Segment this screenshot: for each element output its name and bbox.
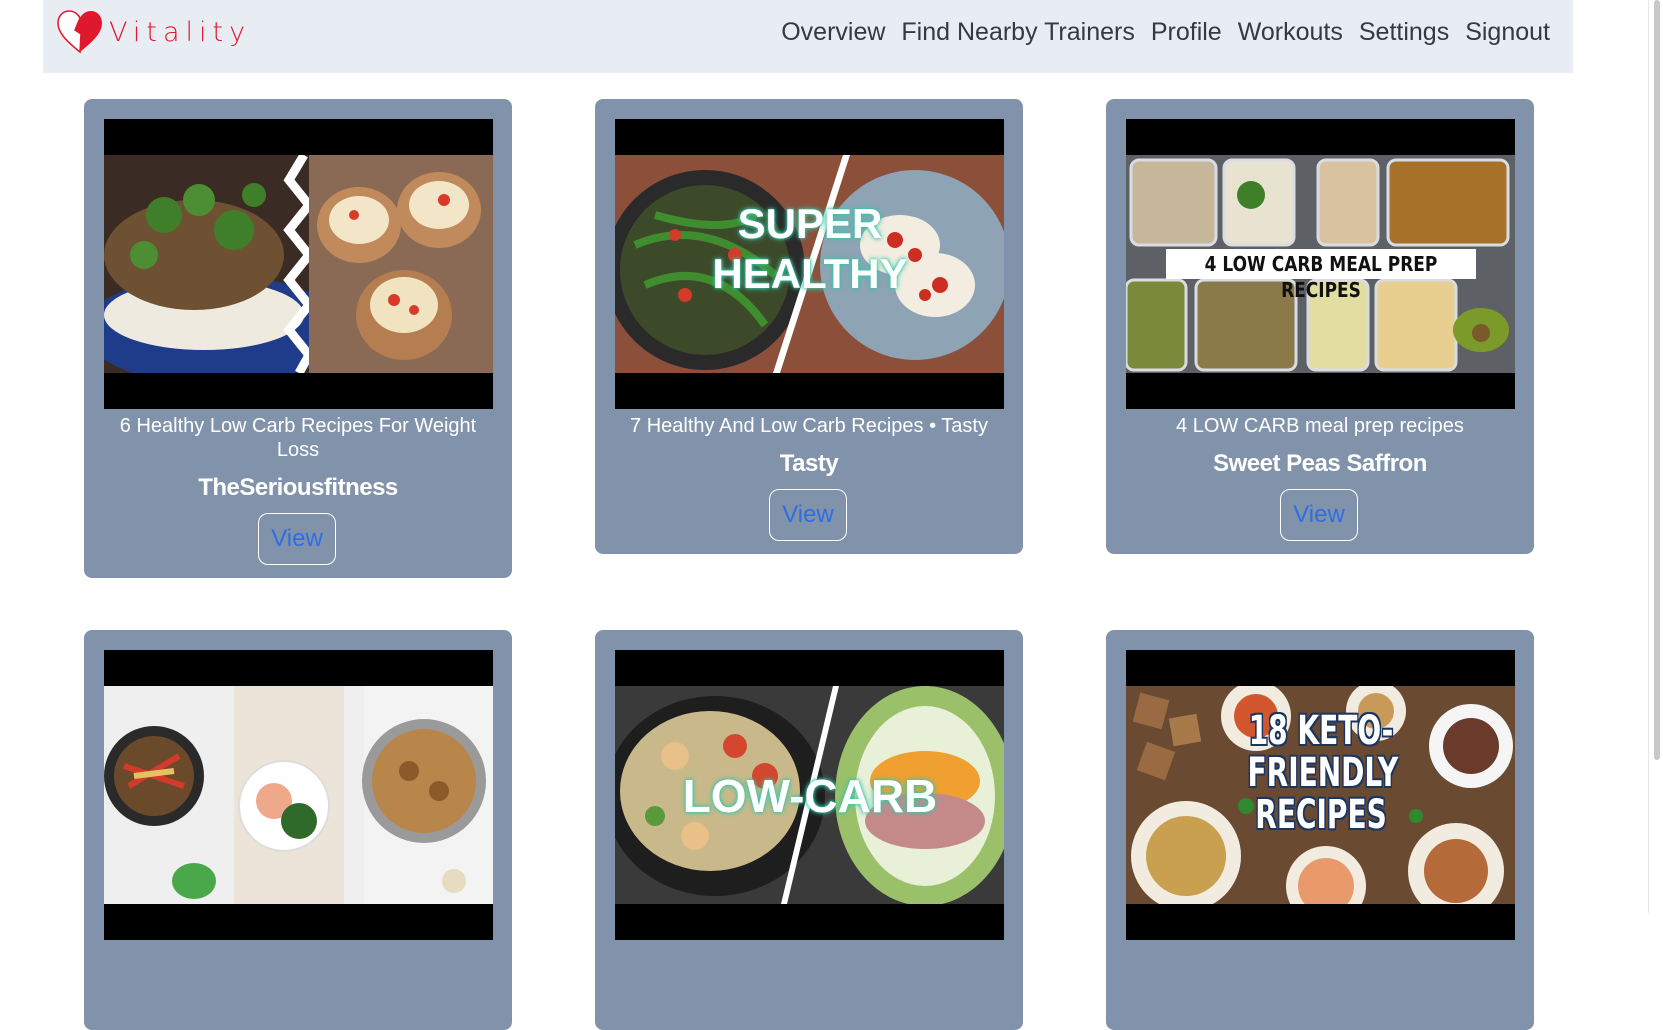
video-thumbnail[interactable]: 4 LOW CARB MEAL PREP RECIPES [1126, 119, 1515, 409]
nav-settings[interactable]: Settings [1359, 18, 1449, 47]
video-title: 4 LOW CARB meal prep recipes [1176, 415, 1464, 437]
thumbnail-overlay-text: 18 KETO-FRIENDLY RECIPES [1247, 708, 1399, 838]
video-card [84, 630, 512, 1030]
nav-overview[interactable]: Overview [781, 18, 885, 47]
view-button[interactable]: View [258, 513, 336, 565]
video-thumbnail[interactable] [104, 650, 493, 940]
thumbnail-image [104, 686, 493, 904]
channel-name: Tasty [779, 450, 839, 477]
brand[interactable]: Vitality [57, 10, 251, 54]
channel-name: Sweet Peas Saffron [1213, 450, 1427, 477]
scrollbar[interactable] [1648, 0, 1663, 913]
channel-name: TheSeriousfitness [198, 474, 398, 501]
video-card: 4 LOW CARB MEAL PREP RECIPES 4 LOW CARB … [1106, 99, 1534, 554]
video-title: 7 Healthy And Low Carb Recipes • Tasty [630, 415, 988, 437]
nav-profile[interactable]: Profile [1151, 18, 1222, 47]
brand-name: Vitality [109, 16, 252, 48]
scrollbar-thumb[interactable] [1654, 0, 1660, 760]
nav-menu: Overview Find Nearby Trainers Profile Wo… [781, 18, 1550, 47]
video-title: 6 Healthy Low Carb Recipes For Weight Lo… [119, 415, 477, 461]
nav-signout[interactable]: Signout [1465, 18, 1550, 47]
heart-icon [57, 10, 102, 54]
thumbnail-overlay-text: SUPER HEALTHY [712, 200, 908, 297]
view-button[interactable]: View [1280, 489, 1358, 541]
video-card: 6 Healthy Low Carb Recipes For Weight Lo… [84, 99, 512, 578]
thumbnail-overlay-text: 4 LOW CARB MEAL PREP RECIPES [1204, 252, 1438, 302]
video-thumbnail[interactable]: LOW-CARB [615, 650, 1004, 940]
thumbnail-overlay-text: LOW-CARB [682, 770, 938, 822]
nav-workouts[interactable]: Workouts [1238, 18, 1343, 47]
video-card: 18 KETO-FRIENDLY RECIPES [1106, 630, 1534, 1030]
view-button[interactable]: View [769, 489, 847, 541]
video-thumbnail[interactable]: SUPER HEALTHY [615, 119, 1004, 409]
video-thumbnail[interactable]: 18 KETO-FRIENDLY RECIPES [1126, 650, 1515, 940]
nav-find-nearby-trainers[interactable]: Find Nearby Trainers [901, 18, 1134, 47]
video-thumbnail[interactable] [104, 119, 493, 409]
thumbnail-image [104, 155, 493, 373]
video-card: LOW-CARB [595, 630, 1023, 1030]
video-card: SUPER HEALTHY 7 Healthy And Low Carb Rec… [595, 99, 1023, 554]
top-navbar: Vitality Overview Find Nearby Trainers P… [43, 0, 1573, 73]
